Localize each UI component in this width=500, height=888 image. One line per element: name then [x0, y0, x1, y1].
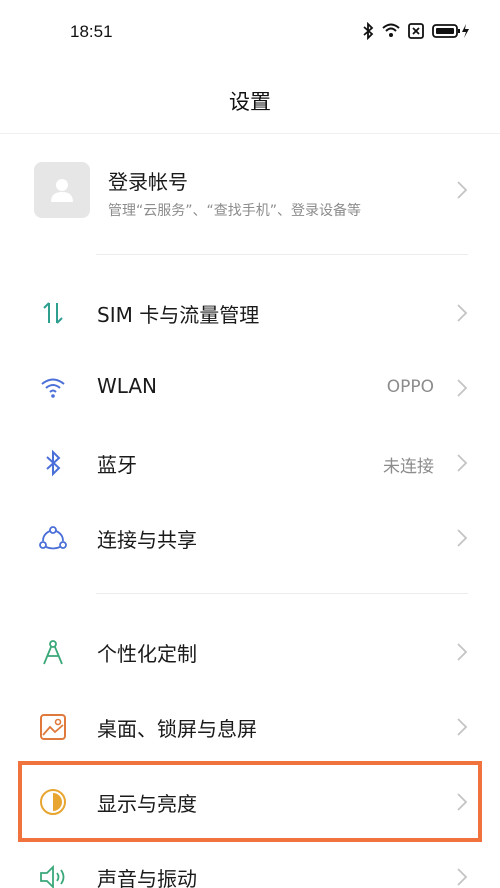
account-login-row[interactable]: 登录帐号 管理“云服务”、“查找手机”、登录设备等	[0, 134, 500, 254]
settings-item-wallpaper-lockscreen[interactable]: 桌面、锁屏与息屏	[0, 689, 500, 764]
wifi-status-icon	[382, 23, 400, 39]
settings-item-wlan[interactable]: WLAN OPPO	[0, 350, 500, 425]
speaker-icon	[38, 862, 68, 888]
settings-item-label: WLAN	[97, 374, 158, 398]
avatar	[34, 162, 90, 218]
settings-item-label: 桌面、锁屏与息屏	[97, 717, 257, 741]
divider	[96, 593, 468, 594]
settings-item-personalization[interactable]: 个性化定制	[0, 614, 500, 689]
status-bar: 18:51	[0, 0, 500, 64]
sim-data-icon	[38, 298, 68, 328]
title-bar: 设置	[0, 64, 500, 134]
settings-item-sim[interactable]: SIM 卡与流量管理	[0, 275, 500, 350]
chevron-right-icon	[456, 180, 468, 204]
settings-item-label: SIM 卡与流量管理	[97, 303, 260, 327]
account-subtitle: 管理“云服务”、“查找手机”、登录设备等	[108, 203, 362, 219]
bluetooth-status-icon	[362, 22, 374, 40]
settings-item-value: OPPO	[386, 377, 434, 397]
chevron-right-icon	[456, 453, 468, 477]
account-title: 登录帐号	[108, 170, 188, 194]
settings-item-label: 声音与振动	[97, 867, 197, 888]
user-icon	[51, 179, 73, 202]
chevron-right-icon	[456, 867, 468, 888]
chevron-right-icon	[456, 717, 468, 741]
share-network-icon	[38, 523, 68, 553]
wifi-icon	[38, 373, 68, 403]
settings-item-value: 未连接	[383, 457, 434, 477]
page-title: 设置	[229, 90, 271, 114]
settings-item-label: 连接与共享	[97, 528, 197, 552]
wallpaper-icon	[38, 712, 68, 742]
bluetooth-icon	[38, 448, 68, 478]
settings-item-connection-sharing[interactable]: 连接与共享	[0, 500, 500, 575]
highlight-box	[18, 761, 482, 842]
settings-item-label: 个性化定制	[97, 642, 197, 666]
settings-item-sound-vibration[interactable]: 声音与振动	[0, 839, 500, 888]
divider	[96, 254, 468, 255]
status-icons	[362, 22, 470, 40]
compass-icon	[38, 637, 68, 667]
settings-item-bluetooth[interactable]: 蓝牙 未连接	[0, 425, 500, 500]
status-time: 18:51	[70, 22, 113, 41]
chevron-right-icon	[456, 528, 468, 552]
sim-off-icon	[408, 23, 424, 39]
chevron-right-icon	[456, 642, 468, 666]
settings-item-label: 蓝牙	[97, 453, 137, 477]
chevron-right-icon	[456, 378, 468, 402]
battery-charging-icon	[432, 23, 470, 39]
chevron-right-icon	[456, 303, 468, 327]
